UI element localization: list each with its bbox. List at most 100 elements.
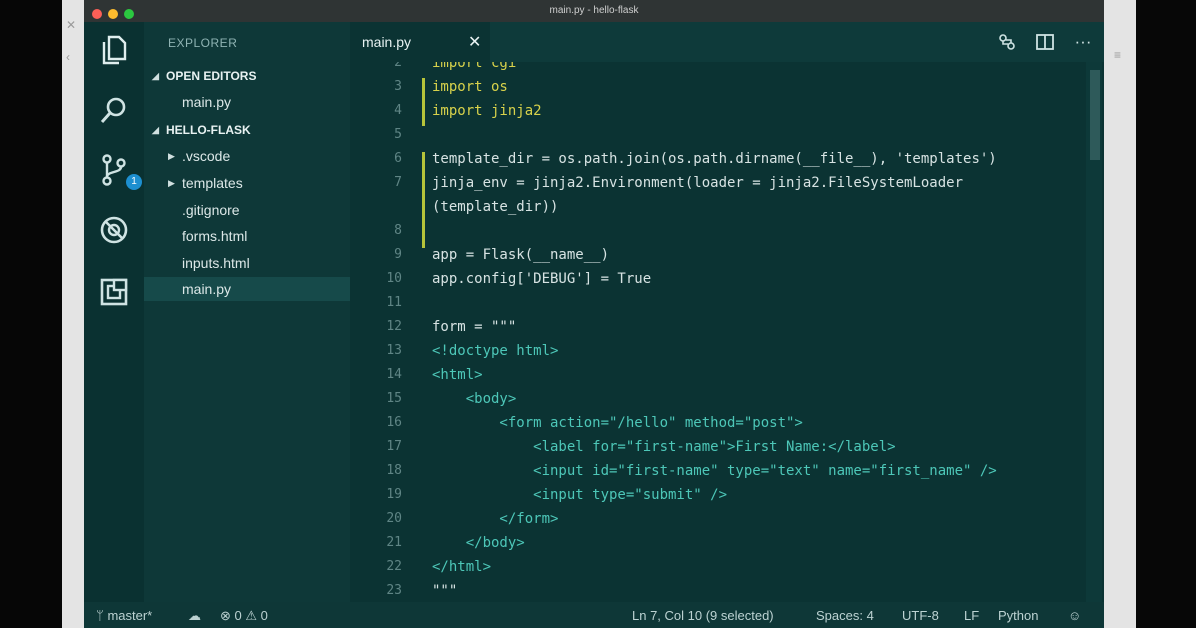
line-number: 8 bbox=[394, 223, 402, 238]
line-number: 12 bbox=[386, 319, 402, 334]
status-bar: ᛘ master* ☁ ⊗ 0 ⚠ 0 Ln 7, Col 10 (9 sele… bbox=[84, 602, 1104, 628]
background-window-left: ✕ ‹ bbox=[62, 0, 86, 628]
line-number: 19 bbox=[386, 487, 402, 502]
tree-item-label: .vscode bbox=[182, 148, 231, 164]
close-window-button[interactable] bbox=[92, 9, 102, 19]
line-ending[interactable]: LF bbox=[964, 608, 979, 623]
tree-item-vscode[interactable]: ▶ .vscode bbox=[144, 144, 350, 168]
code-line: app = Flask(__name__) bbox=[432, 247, 610, 263]
code-line-text: import cgi bbox=[432, 62, 517, 71]
code-line-wrap: (template_dir)) bbox=[432, 199, 559, 215]
background-window-right: ≡ bbox=[1104, 0, 1136, 628]
tab-main-py[interactable]: main.py ✕ bbox=[350, 22, 490, 62]
line-number: 15 bbox=[386, 391, 402, 406]
editor-area: main.py ✕ ··· 2 import cgi 3 import os 4… bbox=[350, 22, 1104, 602]
sync-icon[interactable]: ☁ bbox=[188, 608, 201, 624]
code-line: <input id="first-name" type="text" name=… bbox=[432, 463, 997, 479]
code-view[interactable]: 2 import cgi 3 import os 4 import jinja2… bbox=[350, 62, 1090, 602]
line-number: 21 bbox=[386, 535, 402, 550]
tree-item-templates[interactable]: ▶ templates bbox=[144, 171, 350, 195]
line-number: 17 bbox=[386, 439, 402, 454]
cursor-position[interactable]: Ln 7, Col 10 (9 selected) bbox=[632, 608, 774, 623]
tree-item-inputs-html[interactable]: inputs.html bbox=[144, 251, 350, 275]
scm-badge: 1 bbox=[126, 174, 142, 190]
code-line: <input type="submit" /> bbox=[432, 487, 728, 503]
code-line: <html> bbox=[432, 367, 483, 383]
code-line: </html> bbox=[432, 559, 492, 575]
project-section[interactable]: ◢ HELLO-FLASK bbox=[144, 118, 350, 142]
debug-icon[interactable] bbox=[96, 212, 132, 248]
tree-item-forms-html[interactable]: forms.html bbox=[144, 224, 350, 248]
code-line: form = """ bbox=[432, 319, 517, 335]
code-line: import cgi bbox=[432, 62, 516, 71]
code-line: <form action="/hello" method="post"> bbox=[432, 415, 803, 431]
error-count: 0 bbox=[234, 608, 242, 623]
line-number: 4 bbox=[394, 103, 402, 118]
line-number: 22 bbox=[386, 559, 402, 574]
branch-indicator[interactable]: ᛘ master* bbox=[96, 608, 152, 623]
error-icon: ⊗ bbox=[220, 608, 231, 623]
line-number: 9 bbox=[394, 247, 402, 262]
language-mode[interactable]: Python bbox=[998, 608, 1038, 623]
open-editors-section[interactable]: ◢ OPEN EDITORS bbox=[144, 64, 350, 88]
code-line: """ bbox=[432, 583, 458, 599]
close-icon[interactable]: ✕ bbox=[468, 32, 481, 52]
explorer-title: EXPLORER bbox=[168, 36, 238, 50]
line-number: 2 bbox=[394, 62, 402, 70]
editor-scrollbar[interactable] bbox=[1086, 62, 1102, 602]
maximize-window-button[interactable] bbox=[124, 9, 134, 19]
tree-item-label: forms.html bbox=[182, 228, 248, 244]
code-line: </form> bbox=[432, 511, 559, 527]
line-number: 11 bbox=[386, 295, 402, 310]
tree-item-label: main.py bbox=[182, 281, 232, 297]
open-editors-label: OPEN EDITORS bbox=[166, 69, 257, 83]
extensions-icon[interactable] bbox=[96, 274, 132, 310]
activity-bar: 1 bbox=[84, 22, 144, 602]
code-line: </body> bbox=[432, 535, 525, 551]
chevron-down-icon: ◢ bbox=[152, 125, 159, 135]
feedback-smiley-icon[interactable]: ☺ bbox=[1068, 608, 1081, 623]
minimize-window-button[interactable] bbox=[108, 9, 118, 19]
files-icon[interactable] bbox=[96, 32, 132, 68]
title-bar: main.py - hello-flask bbox=[84, 0, 1104, 22]
code-line: <body> bbox=[432, 391, 517, 407]
back-icon: ‹ bbox=[66, 50, 70, 64]
search-icon[interactable] bbox=[96, 92, 132, 128]
split-editor-icon[interactable] bbox=[1034, 31, 1056, 53]
close-icon: ✕ bbox=[66, 18, 77, 32]
scrollbar-thumb[interactable] bbox=[1090, 70, 1100, 160]
window-title: main.py - hello-flask bbox=[549, 5, 639, 16]
open-editor-item[interactable]: main.py bbox=[144, 90, 350, 114]
code-line: <!doctype html> bbox=[432, 343, 559, 359]
open-editor-label: main.py bbox=[182, 94, 232, 110]
line-number: 23 bbox=[386, 583, 402, 598]
line-number: 10 bbox=[386, 271, 402, 286]
line-number: 20 bbox=[386, 511, 402, 526]
problems-indicator[interactable]: ⊗ 0 ⚠ 0 bbox=[220, 608, 268, 624]
open-changes-icon[interactable] bbox=[996, 31, 1018, 53]
source-control-icon[interactable]: 1 bbox=[96, 152, 142, 190]
tab-label: main.py bbox=[362, 34, 412, 50]
code-line: import os bbox=[432, 79, 508, 95]
chevron-down-icon: ◢ bbox=[152, 71, 159, 81]
menu-icon: ≡ bbox=[1114, 48, 1122, 62]
line-number: 18 bbox=[386, 463, 402, 478]
modified-lines-marker bbox=[422, 152, 425, 248]
line-number: 14 bbox=[386, 367, 402, 382]
vscode-window: main.py - hello-flask 1 EXPLORER ◢ OPEN … bbox=[84, 0, 1104, 628]
code-line: app.config['DEBUG'] = True bbox=[432, 271, 652, 287]
encoding[interactable]: UTF-8 bbox=[902, 608, 939, 623]
line-number: 13 bbox=[386, 343, 402, 358]
tree-item-label: inputs.html bbox=[182, 255, 250, 271]
line-number: 3 bbox=[394, 79, 402, 94]
line-number: 7 bbox=[394, 175, 402, 190]
branch-icon: ᛘ bbox=[96, 608, 104, 623]
tree-item-main-py[interactable]: main.py bbox=[144, 277, 350, 301]
screen-bezel-left bbox=[0, 0, 62, 628]
modified-lines-marker bbox=[422, 78, 425, 126]
more-actions-icon[interactable]: ··· bbox=[1072, 31, 1094, 53]
explorer-sidebar: EXPLORER ◢ OPEN EDITORS main.py ◢ HELLO-… bbox=[144, 22, 350, 602]
indentation[interactable]: Spaces: 4 bbox=[816, 608, 874, 623]
tree-item-gitignore[interactable]: .gitignore bbox=[144, 198, 350, 222]
chevron-right-icon: ▶ bbox=[168, 178, 175, 188]
